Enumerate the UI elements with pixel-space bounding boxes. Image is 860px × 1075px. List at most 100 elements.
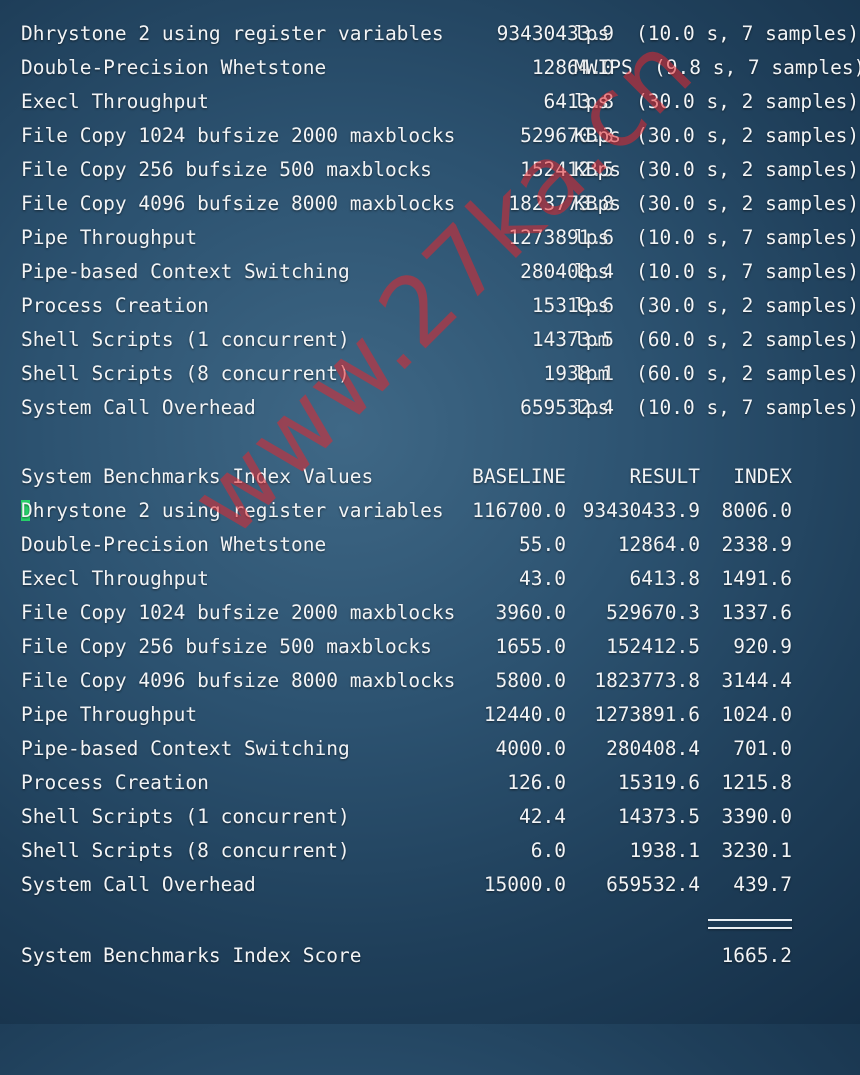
result-unit: lps <box>574 90 610 113</box>
index-result: 93430433.9 <box>582 499 700 522</box>
index-title: System Benchmarks Index Values <box>21 465 374 488</box>
result-name: File Copy 4096 bufsize 8000 maxblocks <box>21 192 456 215</box>
index-baseline: 116700.0 <box>472 499 566 522</box>
result-name: Process Creation <box>21 294 209 317</box>
result-name: Double-Precision Whetstone <box>21 56 327 79</box>
result-unit: KBps <box>574 192 621 215</box>
index-row: File Copy 4096 bufsize 8000 maxblocks 58… <box>0 664 860 698</box>
index-value: 439.7 <box>733 873 792 896</box>
result-unit: lps <box>574 396 610 419</box>
index-value: 1337.6 <box>721 601 792 624</box>
index-result: 12864.0 <box>617 533 700 556</box>
result-samples: (30.0 s, 2 samples) <box>636 90 860 113</box>
result-samples: (10.0 s, 7 samples) <box>636 226 860 249</box>
index-result: 1938.1 <box>629 839 700 862</box>
index-row: Shell Scripts (8 concurrent) 6.0 1938.1 … <box>0 834 860 868</box>
index-row: Pipe Throughput 12440.0 1273891.6 1024.0 <box>0 698 860 732</box>
index-row: Pipe-based Context Switching 4000.0 2804… <box>0 732 860 766</box>
index-value: 3230.1 <box>721 839 792 862</box>
index-baseline: 55.0 <box>519 533 566 556</box>
result-line: Pipe-based Context Switching 280408.4 lp… <box>0 255 860 289</box>
index-row: File Copy 256 bufsize 500 maxblocks 1655… <box>0 630 860 664</box>
index-name: Double-Precision Whetstone <box>21 533 327 556</box>
terminal-output: Dhrystone 2 using register variables 934… <box>0 0 860 1024</box>
result-samples: (10.0 s, 7 samples) <box>636 396 860 419</box>
result-name: Pipe Throughput <box>21 226 198 249</box>
index-row: System Call Overhead 15000.0 659532.4 43… <box>0 868 860 902</box>
result-line: Execl Throughput 6413.8 lps (30.0 s, 2 s… <box>0 85 860 119</box>
index-result: 1823773.8 <box>594 669 700 692</box>
result-unit: KBps <box>574 124 621 147</box>
index-result: 280408.4 <box>606 737 700 760</box>
result-line: Pipe Throughput 1273891.6 lps (10.0 s, 7… <box>0 221 860 255</box>
index-row: Double-Precision Whetstone 55.0 12864.0 … <box>0 528 860 562</box>
index-value: 1024.0 <box>721 703 792 726</box>
result-unit: lpm <box>574 362 610 385</box>
result-line: Shell Scripts (1 concurrent) 14373.5 lpm… <box>0 323 860 357</box>
index-value: 3144.4 <box>721 669 792 692</box>
index-baseline: 15000.0 <box>483 873 566 896</box>
index-baseline: 1655.0 <box>495 635 566 658</box>
result-name: Shell Scripts (1 concurrent) <box>21 328 350 351</box>
result-line: File Copy 1024 bufsize 2000 maxblocks 52… <box>0 119 860 153</box>
index-row: Shell Scripts (1 concurrent) 42.4 14373.… <box>0 800 860 834</box>
index-value: 1215.8 <box>721 771 792 794</box>
index-row: Process Creation 126.0 15319.6 1215.8 <box>0 766 860 800</box>
index-baseline: 6.0 <box>530 839 566 862</box>
result-name: Pipe-based Context Switching <box>21 260 350 283</box>
index-baseline: 126.0 <box>507 771 566 794</box>
result-unit: lps <box>574 294 610 317</box>
result-line: Double-Precision Whetstone 12864.0 MWIPS… <box>0 51 860 85</box>
result-samples: (60.0 s, 2 samples) <box>636 328 860 351</box>
index-baseline: 42.4 <box>519 805 566 828</box>
index-baseline: 4000.0 <box>495 737 566 760</box>
index-row: Dhrystone 2 using register variables 116… <box>0 494 860 528</box>
index-baseline: 12440.0 <box>483 703 566 726</box>
result-samples: (60.0 s, 2 samples) <box>636 362 860 385</box>
result-samples: (30.0 s, 2 samples) <box>636 192 860 215</box>
result-name: File Copy 1024 bufsize 2000 maxblocks <box>21 124 456 147</box>
index-name: Pipe-based Context Switching <box>21 737 350 760</box>
result-name: File Copy 256 bufsize 500 maxblocks <box>21 158 432 181</box>
index-name: Shell Scripts (8 concurrent) <box>21 839 350 862</box>
index-value: 701.0 <box>733 737 792 760</box>
result-unit: lps <box>574 226 610 249</box>
result-samples: (10.0 s, 7 samples) <box>636 260 860 283</box>
result-unit: lps <box>574 22 610 45</box>
index-baseline: 43.0 <box>519 567 566 590</box>
index-name: Execl Throughput <box>21 567 209 590</box>
result-samples: (30.0 s, 2 samples) <box>636 124 860 147</box>
index-name: Process Creation <box>21 771 209 794</box>
index-result: 14373.5 <box>617 805 700 828</box>
index-result: 1273891.6 <box>594 703 700 726</box>
index-value: 8006.0 <box>721 499 792 522</box>
index-row: File Copy 1024 bufsize 2000 maxblocks 39… <box>0 596 860 630</box>
index-name: Pipe Throughput <box>21 703 198 726</box>
result-line: File Copy 4096 bufsize 8000 maxblocks 18… <box>0 187 860 221</box>
baseline-header: BASELINE <box>472 465 566 488</box>
result-samples: (30.0 s, 2 samples) <box>636 158 860 181</box>
score-line: System Benchmarks Index Score 1665.2 <box>0 939 860 973</box>
result-unit: lpm <box>574 328 610 351</box>
index-value: 3390.0 <box>721 805 792 828</box>
result-line: System Call Overhead 659532.4 lps (10.0 … <box>0 391 860 425</box>
index-name: Dhrystone 2 using register variables <box>21 499 444 522</box>
index-name: File Copy 4096 bufsize 8000 maxblocks <box>21 669 456 692</box>
result-line: File Copy 256 bufsize 500 maxblocks 1524… <box>0 153 860 187</box>
index-value: 1491.6 <box>721 567 792 590</box>
index-result: 152412.5 <box>606 635 700 658</box>
result-unit: MWIPS <box>574 56 633 79</box>
index-row: Execl Throughput 43.0 6413.8 1491.6 <box>0 562 860 596</box>
result-samples: (9.8 s, 7 samples) <box>654 56 860 79</box>
index-value: 920.9 <box>733 635 792 658</box>
index-header: System Benchmarks Index Values BASELINE … <box>0 460 860 494</box>
index-value: 2338.9 <box>721 533 792 556</box>
index-result: 659532.4 <box>606 873 700 896</box>
index-name: File Copy 1024 bufsize 2000 maxblocks <box>21 601 456 624</box>
result-name: Dhrystone 2 using register variables <box>21 22 444 45</box>
index-baseline: 5800.0 <box>495 669 566 692</box>
index-column-header: INDEX <box>733 465 792 488</box>
index-result: 15319.6 <box>617 771 700 794</box>
result-line: Shell Scripts (8 concurrent) 1938.1 lpm … <box>0 357 860 391</box>
result-samples: (30.0 s, 2 samples) <box>636 294 860 317</box>
